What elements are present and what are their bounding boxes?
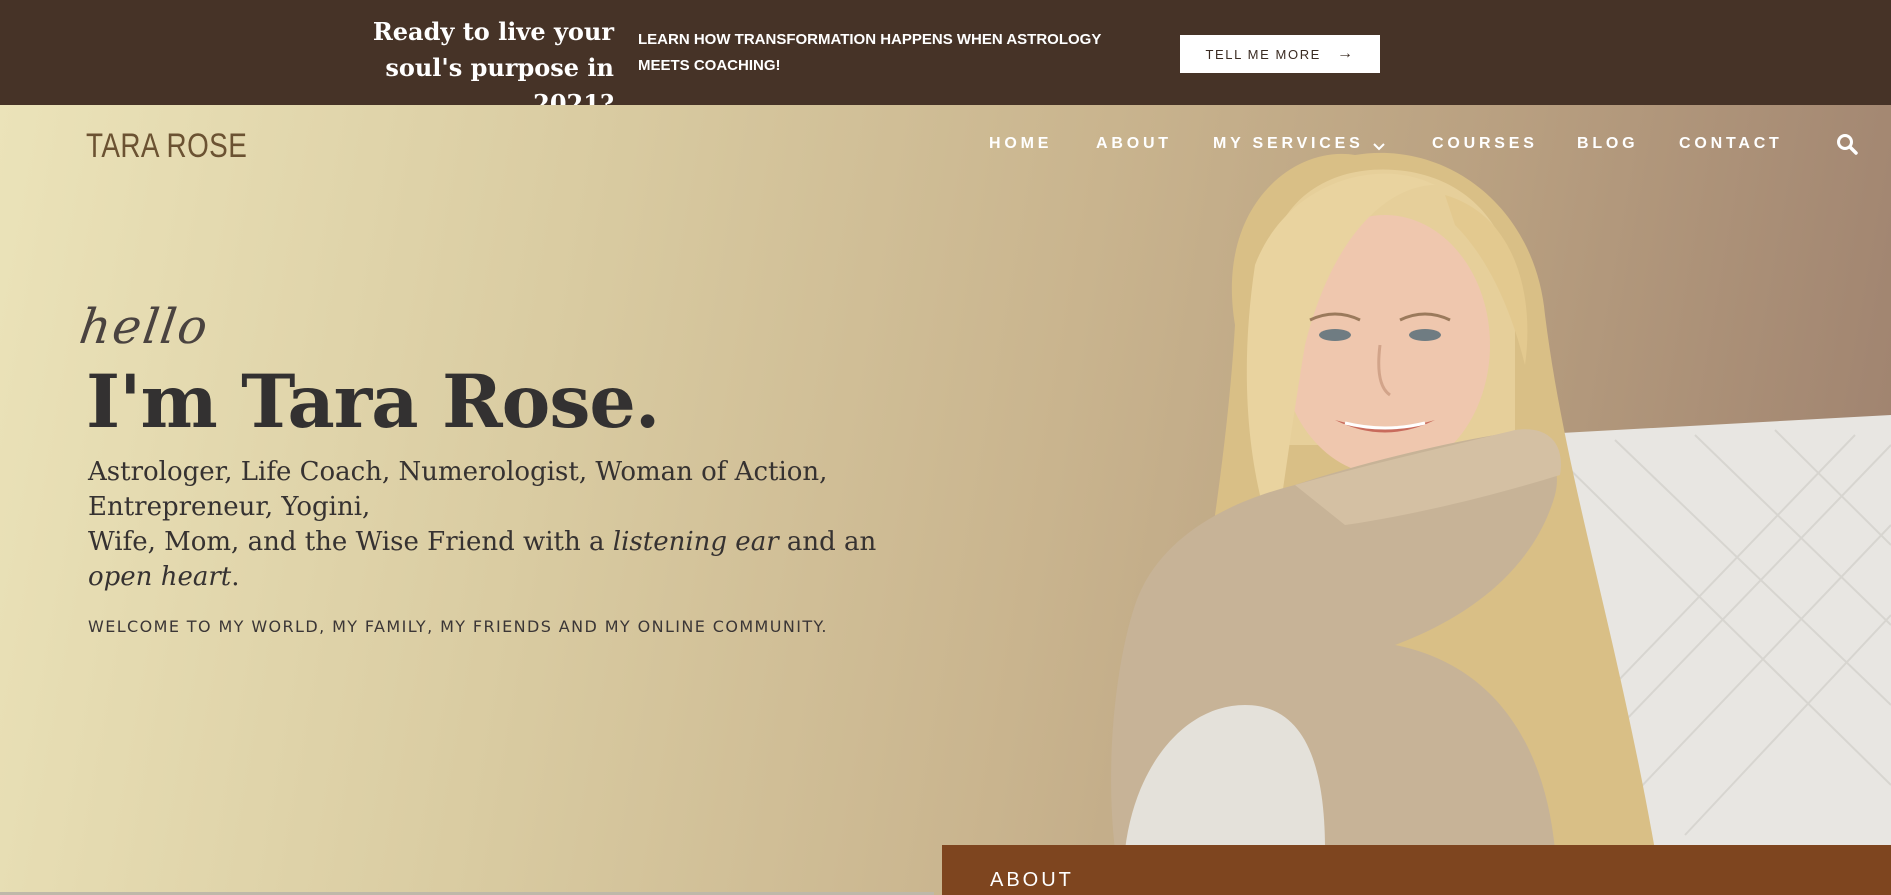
welcome-text: WELCOME TO MY WORLD, MY FAMILY, MY FRIEN… — [88, 617, 828, 636]
hero-section: TARA ROSE HOME ABOUT MY SERVICES COURSES… — [0, 105, 1891, 895]
hero-subtitle: Astrologer, Life Coach, Numerologist, Wo… — [88, 455, 888, 595]
search-icon[interactable] — [1836, 133, 1858, 155]
promo-text: LEARN HOW TRANSFORMATION HAPPENS WHEN AS… — [638, 31, 1102, 74]
subtitle-listening-ear: listening ear — [612, 527, 779, 557]
nav-my-services[interactable]: MY SERVICES — [1213, 135, 1364, 153]
subtitle-mid: and an — [778, 527, 877, 557]
nav-about[interactable]: ABOUT — [1096, 135, 1172, 153]
portrait-photo — [1111, 152, 1891, 850]
main-nav: HOME ABOUT MY SERVICES COURSES BLOG CONT… — [0, 133, 1891, 165]
subtitle-end: . — [231, 562, 240, 592]
subtitle-prefix: Wife, Mom, and the Wise Friend with a — [88, 527, 613, 557]
nav-blog[interactable]: BLOG — [1577, 135, 1638, 153]
tell-me-more-button[interactable]: TELL ME MORE → — [1180, 35, 1380, 73]
chevron-down-icon[interactable] — [1372, 139, 1386, 153]
hero-greeting: hello — [76, 299, 213, 355]
hero-subtitle-line1: Astrologer, Life Coach, Numerologist, Wo… — [88, 457, 828, 522]
promo-bar: Ready to live your soul's purpose in 202… — [0, 0, 1891, 118]
tell-me-more-label: TELL ME MORE — [1205, 46, 1321, 62]
hero-title: I'm Tara Rose. — [86, 359, 660, 445]
about-tab-label: ABOUT — [990, 869, 1074, 891]
subtitle-open-heart: open heart — [88, 562, 232, 592]
arrow-right-icon: → — [1336, 45, 1355, 62]
hero-subtitle-line2: Wife, Mom, and the Wise Friend with a li… — [88, 525, 888, 595]
nav-contact[interactable]: CONTACT — [1679, 135, 1783, 153]
nav-courses[interactable]: COURSES — [1432, 135, 1538, 153]
about-tab[interactable]: ABOUT — [942, 845, 1891, 895]
nav-home[interactable]: HOME — [989, 135, 1052, 153]
